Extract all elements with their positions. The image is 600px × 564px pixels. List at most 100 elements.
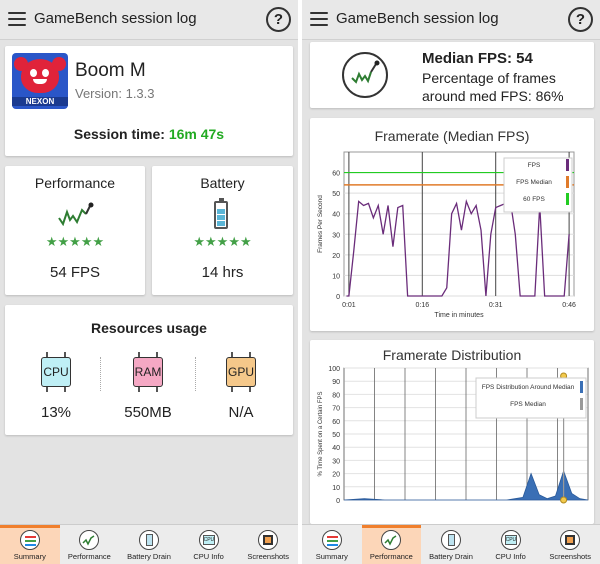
legend: FPS FPS Median 60 FPS	[503, 157, 573, 213]
battery-value: 14 hrs	[201, 264, 244, 281]
ram-chip-icon: RAM	[133, 352, 163, 392]
y-tick-label: 50	[332, 432, 340, 439]
bottom-nav: Summary Performance Battery Drain CPU CP…	[302, 524, 600, 564]
game-info-card: NEXON Boom M Version: 1.3.3 Session time…	[5, 46, 293, 156]
y-tick-label: 50	[332, 191, 340, 198]
legend-label: FPS Distribution Around Median	[482, 384, 575, 391]
cpu-info-icon: CPU	[198, 530, 219, 550]
performance-circle-icon	[342, 52, 388, 98]
nav-label: Summary	[13, 552, 46, 561]
legend: FPS Distribution Around Median FPS Median	[475, 377, 587, 419]
resource-divider	[195, 357, 196, 391]
summary-screen: GameBench session log ? NEXON Boom M Ver…	[0, 0, 298, 564]
x-tick-label: 0:16	[415, 302, 429, 309]
resources-card: Resources usage CPU RAM GPU 13% 550MB N/…	[5, 305, 293, 435]
performance-value: 54 FPS	[49, 264, 101, 281]
app-bar: GameBench session log ?	[302, 0, 600, 40]
battery-card[interactable]: Battery ★★★★★ 14 hrs	[152, 166, 293, 295]
y-tick-label: 30	[332, 458, 340, 465]
median-fps-card: Median FPS: 54 Percentage of frames arou…	[310, 42, 594, 108]
y-tick-label: 0	[336, 294, 340, 301]
game-name: Boom M	[75, 60, 146, 81]
performance-stars: ★★★★★	[45, 234, 105, 249]
help-icon[interactable]: ?	[568, 7, 593, 32]
y-tick-label: 0	[336, 498, 340, 505]
nav-label: CPU Info	[495, 552, 526, 561]
performance-title: Performance	[34, 175, 116, 191]
legend-swatch	[580, 381, 583, 393]
x-tick-label: 0:01	[342, 302, 356, 309]
framerate-chart: 0 10 20 30 40 50 60 0:01 0:16 0:31 0:46 Time in min…	[317, 151, 576, 319]
cpu-icon-text: CPU	[504, 535, 517, 545]
menu-icon[interactable]	[8, 12, 26, 26]
nav-summary[interactable]: Summary	[302, 525, 362, 564]
performance-screen: GameBench session log ? Median FPS: 54 P…	[302, 0, 600, 564]
distribution-chart-card: Framerate Distribution 0 10 20 30 40 50 60 70 80…	[310, 340, 594, 524]
nav-summary[interactable]: Summary	[0, 525, 60, 564]
y-tick-label: 70	[332, 406, 340, 413]
gpu-chip-icon: GPU	[226, 352, 256, 392]
performance-icon	[79, 530, 100, 550]
game-version: Version: 1.3.3	[75, 86, 155, 101]
app-title: GameBench session log	[34, 10, 197, 27]
nav-cpu-info[interactable]: CPU CPU Info	[179, 525, 239, 564]
app-bar: GameBench session log ?	[0, 0, 298, 40]
legend-label: 60 FPS	[523, 196, 545, 203]
y-tick-label: 10	[332, 485, 340, 492]
chart-title: Framerate (Median FPS)	[374, 128, 530, 144]
nav-screenshots[interactable]: Screenshots	[238, 525, 298, 564]
x-tick-label: 0:46	[562, 302, 576, 309]
nav-cpu-info[interactable]: CPU CPU Info	[481, 525, 541, 564]
chart-title: Framerate Distribution	[382, 347, 522, 363]
nav-performance[interactable]: Performance	[60, 525, 120, 564]
nav-performance[interactable]: Performance	[361, 525, 422, 564]
distribution-chart: 0 10 20 30 40 50 60 70 80 90 100 % Time Spent on a …	[318, 366, 589, 505]
legend-swatch	[566, 193, 569, 205]
session-time-label: Session time:	[73, 126, 165, 142]
performance-card[interactable]: Performance ★★★★★ 54 FPS	[5, 166, 145, 295]
cpu-info-icon: CPU	[500, 530, 521, 550]
legend-label: FPS	[528, 162, 541, 169]
nav-label: Screenshots	[247, 552, 290, 561]
battery-title: Battery	[200, 175, 245, 191]
legend-swatch	[580, 398, 583, 410]
cpu-icon-text: CPU	[202, 535, 215, 545]
cpu-chip-icon: CPU	[41, 352, 71, 392]
nav-label: Performance	[67, 552, 111, 561]
median-marker-dot	[560, 496, 568, 504]
y-tick-label: 20	[332, 253, 340, 260]
y-tick-label: 60	[332, 419, 340, 426]
summary-icon	[321, 530, 342, 550]
percentage-text-line2: around med FPS: 86%	[422, 88, 564, 104]
y-tick-label: 20	[332, 472, 340, 479]
battery-drain-icon	[138, 530, 159, 550]
film-icon	[560, 530, 581, 550]
x-tick-label: 0:31	[489, 302, 503, 309]
performance-graph-icon	[58, 202, 94, 226]
nav-label: Battery Drain	[127, 552, 171, 561]
y-tick-label: 80	[332, 392, 340, 399]
nexon-logo-text: NEXON	[12, 97, 68, 106]
percentage-text-line1: Percentage of frames	[422, 70, 556, 86]
resources-title: Resources usage	[91, 320, 207, 336]
gpu-value: N/A	[228, 404, 254, 421]
bottom-nav: Summary Performance Battery Drain CPU CP…	[0, 524, 298, 564]
session-time: Session time: 16m 47s	[5, 126, 293, 142]
menu-icon[interactable]	[310, 12, 328, 26]
game-app-icon: NEXON	[12, 53, 68, 109]
help-icon[interactable]: ?	[266, 7, 291, 32]
y-tick-label: 30	[332, 232, 340, 239]
median-fps-text: Median FPS: 54	[422, 50, 533, 67]
legend-swatch	[566, 176, 569, 188]
battery-icon	[214, 198, 228, 229]
summary-icon	[19, 530, 40, 550]
resource-divider	[100, 357, 101, 391]
nav-label: Battery Drain	[429, 552, 473, 561]
framerate-chart-card: Framerate (Median FPS) 0 10 20 30 40 50 60 0:01…	[310, 118, 594, 331]
y-axis-label: % Time Spent on a Certain FPS	[318, 391, 324, 476]
nav-screenshots[interactable]: Screenshots	[540, 525, 600, 564]
nav-battery-drain[interactable]: Battery Drain	[119, 525, 179, 564]
app-title: GameBench session log	[336, 10, 499, 27]
y-tick-label: 100	[328, 366, 340, 373]
nav-battery-drain[interactable]: Battery Drain	[421, 525, 481, 564]
